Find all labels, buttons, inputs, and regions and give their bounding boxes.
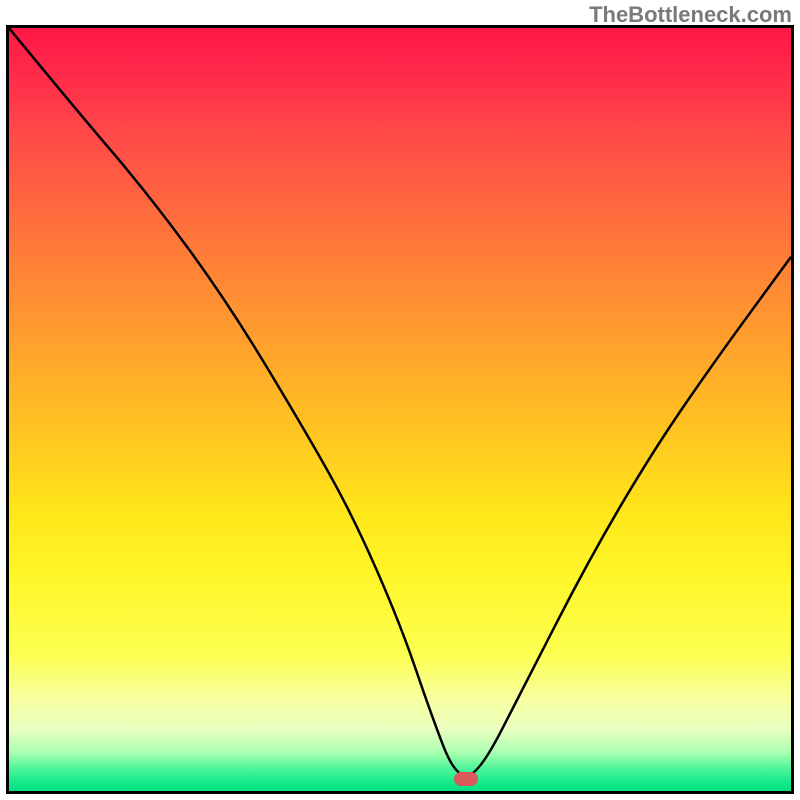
- chart-container: TheBottleneck.com: [0, 0, 800, 800]
- bottleneck-curve-svg: [9, 28, 791, 791]
- plot-area: [6, 25, 794, 794]
- optimal-marker: [454, 772, 478, 786]
- bottleneck-curve-path: [9, 28, 791, 776]
- watermark-text: TheBottleneck.com: [589, 2, 792, 28]
